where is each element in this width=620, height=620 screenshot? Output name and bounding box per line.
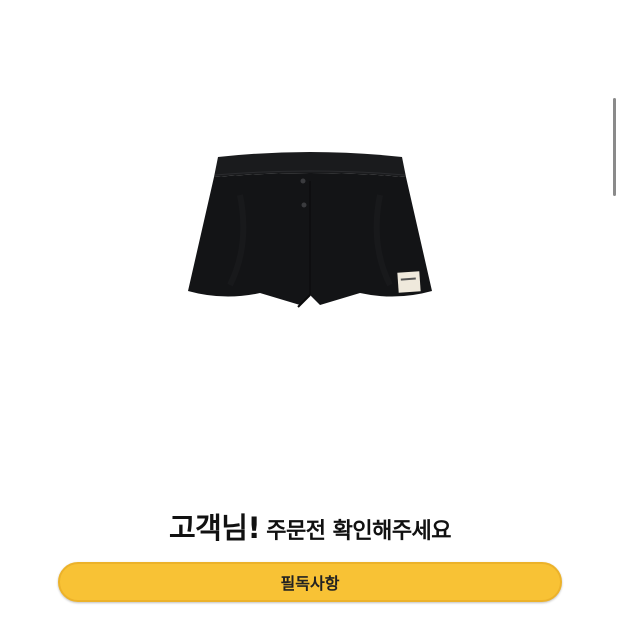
product-detail-page: 고객님! 주문전 확인해주세요 필독사항 <box>0 0 620 620</box>
must-read-button-label: 필독사항 <box>280 574 340 593</box>
notice-heading-rest: 주문전 확인해주세요 <box>266 519 452 544</box>
must-read-button[interactable]: 필독사항 <box>58 562 562 602</box>
notice-heading: 고객님! 주문전 확인해주세요 <box>0 505 620 547</box>
product-image-black-shorts <box>188 152 432 308</box>
scrollbar[interactable] <box>613 98 616 196</box>
notice-heading-lead: 고객님! <box>168 511 261 545</box>
